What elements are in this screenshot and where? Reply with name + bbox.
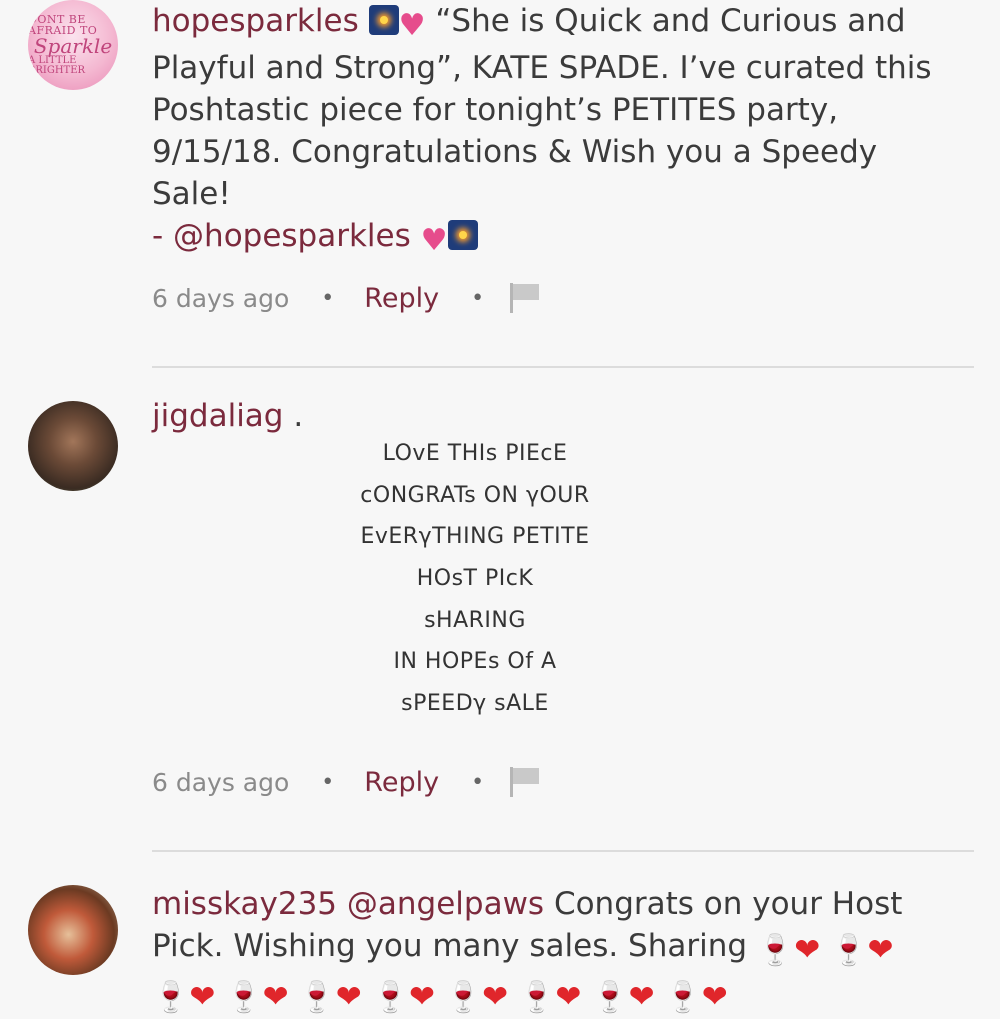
comment-line: HOsT PIcK <box>416 566 534 592</box>
red-heart-icon: ❤ <box>189 979 216 1015</box>
red-heart-icon: ❤ <box>482 979 509 1015</box>
fireworks-emoji-icon <box>447 220 478 250</box>
separator-dot: • <box>321 769 335 795</box>
comment-divider <box>152 366 974 368</box>
wine-glass-icon: 🍷 <box>298 980 336 1015</box>
red-heart-icon: ❤ <box>262 979 289 1015</box>
sparkling-heart-icon: ♥ <box>398 8 426 43</box>
flag-icon[interactable] <box>508 283 540 313</box>
comment-username[interactable]: jigdaliag <box>152 398 283 434</box>
separator-dot: • <box>471 769 485 795</box>
wine-glass-icon: 🍷 <box>756 933 795 968</box>
red-heart-icon: ❤ <box>628 979 655 1015</box>
comment-username-line-2: jigdaliag . <box>152 398 303 434</box>
reply-button[interactable]: Reply <box>364 283 439 314</box>
red-heart-icon: ❤ <box>335 979 362 1015</box>
comment-username[interactable]: hopesparkles <box>152 3 359 39</box>
wine-glass-icon: 🍷 <box>591 980 629 1015</box>
red-heart-icon: ❤ <box>794 932 821 968</box>
red-heart-icon: ❤ <box>701 979 728 1015</box>
comment-line: LOvE THIs PIEcE <box>382 441 568 466</box>
comment-line: cONGRATs ON γOUR <box>360 482 590 508</box>
comment-meta-2: 6 days ago • Reply • <box>152 764 540 800</box>
avatar-text-line1: DONT BE AFRAID TO <box>28 13 98 37</box>
wine-glass-icon: 🍷 <box>371 980 409 1015</box>
fireworks-emoji-icon <box>368 5 399 35</box>
flag-icon[interactable] <box>508 767 540 797</box>
comment-line: EvERγTHING PETITE <box>360 524 590 550</box>
comment-timestamp: 6 days ago <box>152 767 290 797</box>
comment-timestamp: 6 days ago <box>152 283 290 313</box>
comment-line: sHARING <box>424 607 526 633</box>
comment-mention[interactable]: @angelpaws <box>347 886 544 922</box>
avatar-jigdaliag[interactable] <box>28 401 118 491</box>
avatar-text-line3: A LITTLE BRIGHTER <box>28 55 86 76</box>
avatar-text-line2: Sparkle <box>33 34 113 58</box>
username-suffix: . <box>293 398 304 434</box>
comment-signoff[interactable]: - @hopesparkles <box>152 218 411 254</box>
reply-button[interactable]: Reply <box>364 767 439 798</box>
red-heart-icon: ❤ <box>408 979 435 1015</box>
comment-username[interactable]: misskay235 <box>152 886 337 922</box>
wine-glass-icon: 🍷 <box>152 980 190 1015</box>
wine-glass-icon: 🍷 <box>225 980 263 1015</box>
red-heart-icon: ❤ <box>555 979 582 1015</box>
avatar-misskay235[interactable] <box>28 885 118 975</box>
wine-glass-icon: 🍷 <box>444 980 483 1015</box>
comment-meta-1: 6 days ago • Reply • <box>152 280 540 316</box>
separator-dot: • <box>471 285 485 311</box>
separator-dot: • <box>321 285 335 311</box>
comment-line: sPEEDγ sALE <box>401 691 549 717</box>
avatar-hopesparkles[interactable]: DONT BE AFRAID TO Sparkle A LITTLE BRIGH… <box>28 0 118 90</box>
red-heart-icon: ❤ <box>867 932 894 968</box>
wine-glass-icon: 🍷 <box>664 980 702 1015</box>
sparkling-heart-icon: ♥ <box>420 223 448 258</box>
wine-glass-icon: 🍷 <box>830 933 868 968</box>
comment-body-1: hopesparkles ♥ “She is Quick and Curious… <box>152 0 962 262</box>
comment-text-centered: LOvE THIs PIEcE cONGRATs ON γOUR EvERγTH… <box>300 433 650 725</box>
comment-line: IN HOPEs Of A <box>393 649 557 675</box>
wine-glass-icon: 🍷 <box>518 980 556 1015</box>
comment-divider <box>152 850 974 852</box>
